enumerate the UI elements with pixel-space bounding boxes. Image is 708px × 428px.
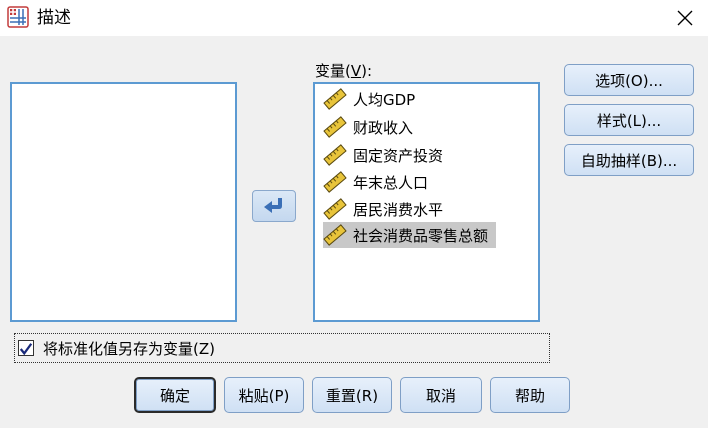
list-item-label: 人均GDP [353,90,416,109]
ruler-icon [323,116,347,138]
reset-button[interactable]: 重置(R) [312,377,392,413]
list-item[interactable]: 固定资产投资 [323,142,443,168]
window-title: 描述 [37,8,71,28]
list-item[interactable]: 居民消费水平 [323,196,443,222]
spss-grid-icon [7,6,29,28]
list-item[interactable]: 年末总人口 [323,169,428,195]
list-item-label: 社会消费品零售总额 [353,226,489,245]
ruler-icon [323,88,347,110]
source-variable-list[interactable] [10,82,237,322]
ok-button[interactable]: 确定 [134,377,216,413]
checkmark-icon [19,343,33,356]
cancel-button[interactable]: 取消 [400,377,482,413]
move-variable-button[interactable] [252,190,296,222]
list-item-label: 财政收入 [353,118,414,137]
close-icon [677,10,693,26]
close-button[interactable] [662,0,708,36]
target-list-label: 变量(V): [315,62,373,80]
list-item[interactable]: 人均GDP [323,86,415,112]
ruler-icon [323,198,347,220]
help-button[interactable]: 帮助 [490,377,570,413]
ruler-icon [323,224,347,246]
title-bar: 描述 [0,0,708,36]
list-item-label: 居民消费水平 [353,200,444,219]
arrow-left-return-icon [264,198,282,213]
list-item-label: 年末总人口 [353,173,429,192]
checkbox-label: 将标准化值另存为变量(Z) [43,340,215,358]
list-item-selected[interactable]: 社会消费品零售总额 [323,222,497,248]
ruler-icon [323,171,347,193]
save-standardized-checkbox[interactable] [18,340,34,356]
paste-button[interactable]: 粘贴(P) [224,377,304,413]
options-button[interactable]: 选项(O)... [564,64,694,96]
list-item[interactable]: 财政收入 [323,114,413,140]
ruler-icon [323,144,347,166]
style-button[interactable]: 样式(L)... [564,104,694,136]
save-standardized-row[interactable]: 将标准化值另存为变量(Z) [14,333,550,363]
target-variable-list[interactable]: 人均GDP 财政收入 固定资产投资 年末总人口 居民消费水平 社会消费品零售总额 [313,82,540,322]
descriptives-dialog: 描述 变量(V): 人均GDP 财政收入 固定资产投资 年末总人口 居民消费水平… [0,0,708,428]
bootstrap-button[interactable]: 自助抽样(B)... [564,144,694,176]
list-item-label: 固定资产投资 [353,146,444,165]
